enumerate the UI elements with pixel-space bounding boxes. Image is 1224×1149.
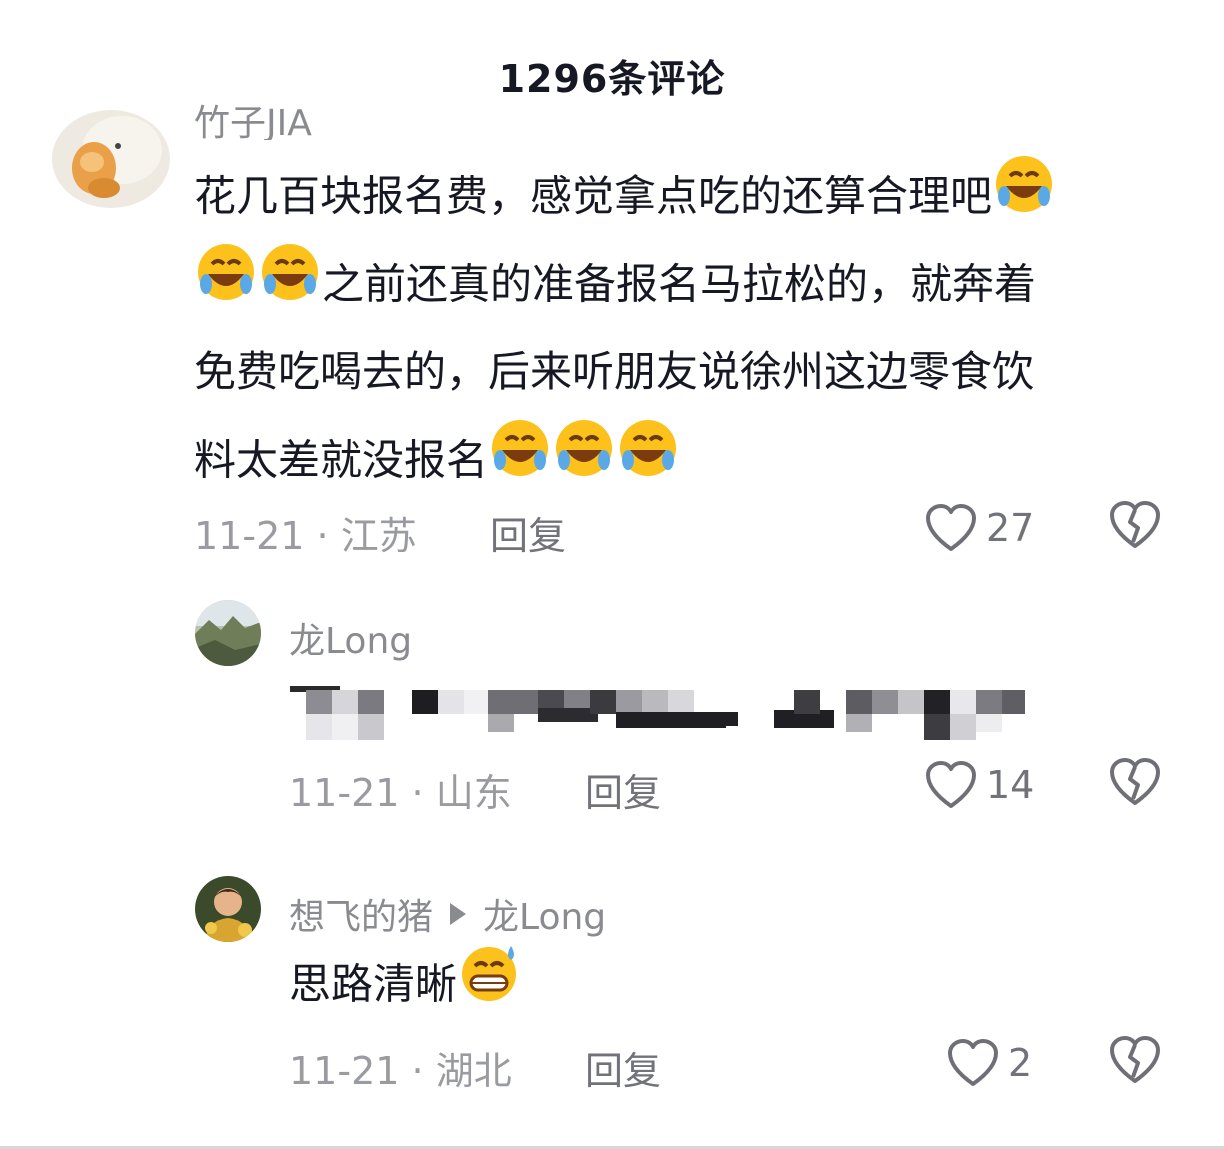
- rofl-emoji: [616, 416, 680, 510]
- dislike-button[interactable]: [1108, 500, 1162, 554]
- comment-text: 花几百块报名费，感觉拿点吃的还算合理吧 之前还真的准备报名马拉松的，就奔着 免费…: [194, 152, 1194, 504]
- comment-location: 江苏: [340, 514, 417, 558]
- comment-location: 山东: [435, 771, 512, 815]
- rofl-emoji: [552, 416, 616, 510]
- comment-date: 11-21: [289, 1049, 400, 1093]
- comment-location: 湖北: [435, 1049, 512, 1093]
- triangle-right-icon: [450, 903, 467, 925]
- reply-button[interactable]: 回复: [585, 762, 661, 817]
- comment-meta: 11-21 · 江苏: [194, 505, 417, 560]
- dislike-button[interactable]: [1108, 1035, 1162, 1089]
- like-button[interactable]: 2: [946, 1035, 1032, 1091]
- comment-text: 思路清晰: [289, 940, 521, 1034]
- heart-outline-icon: [926, 761, 976, 808]
- broken-heart-icon: [1110, 1036, 1160, 1083]
- username[interactable]: 竹子JIA: [194, 100, 312, 140]
- like-count: 14: [986, 763, 1035, 807]
- broken-heart-icon: [1110, 501, 1160, 548]
- comment-meta: 11-21 · 湖北: [289, 1040, 512, 1095]
- rofl-emoji: [194, 240, 258, 334]
- like-count: 27: [986, 506, 1035, 550]
- rofl-emoji: [488, 416, 552, 510]
- like-button[interactable]: 27: [924, 500, 1034, 556]
- reply-header: 想飞的猪 龙Long: [289, 888, 606, 940]
- reply-button[interactable]: 回复: [490, 505, 566, 560]
- like-count: 2: [1008, 1041, 1033, 1085]
- grin-sweat-emoji: [457, 940, 521, 1034]
- rofl-emoji: [992, 152, 1056, 246]
- avatar[interactable]: [52, 110, 170, 208]
- comment-line: 花几百块报名费，感觉拿点吃的还算合理吧: [194, 171, 993, 221]
- censored-comment-text: [290, 686, 1025, 740]
- comment-line: 免费吃喝去的，后来听朋友说徐州这边零食饮: [194, 347, 1035, 396]
- meta-separator: ·: [411, 771, 436, 815]
- meta-separator: ·: [316, 514, 341, 558]
- heart-outline-icon: [948, 1039, 998, 1086]
- comment-date: 11-21: [194, 514, 305, 558]
- comment-meta: 11-21 · 山东: [289, 762, 512, 817]
- avatar[interactable]: [195, 600, 261, 666]
- avatar[interactable]: [195, 876, 261, 942]
- comment-line: 料太差就没报名: [194, 435, 489, 485]
- comment-line: 思路清晰: [289, 959, 458, 1009]
- broken-heart-icon: [1110, 758, 1160, 805]
- comment-line: 之前还真的准备报名马拉松的，就奔着: [322, 259, 1037, 309]
- heart-outline-icon: [926, 504, 976, 551]
- username[interactable]: 龙Long: [289, 612, 412, 664]
- comment-date: 11-21: [289, 771, 400, 815]
- like-button[interactable]: 14: [924, 757, 1034, 813]
- username[interactable]: 想飞的猪: [289, 888, 433, 940]
- reply-button[interactable]: 回复: [585, 1040, 661, 1095]
- reply-to-username[interactable]: 龙Long: [483, 888, 606, 940]
- meta-separator: ·: [411, 1049, 436, 1093]
- dislike-button[interactable]: [1108, 757, 1162, 811]
- rofl-emoji: [258, 240, 322, 334]
- comments-count-title: 1296条评论: [498, 57, 726, 101]
